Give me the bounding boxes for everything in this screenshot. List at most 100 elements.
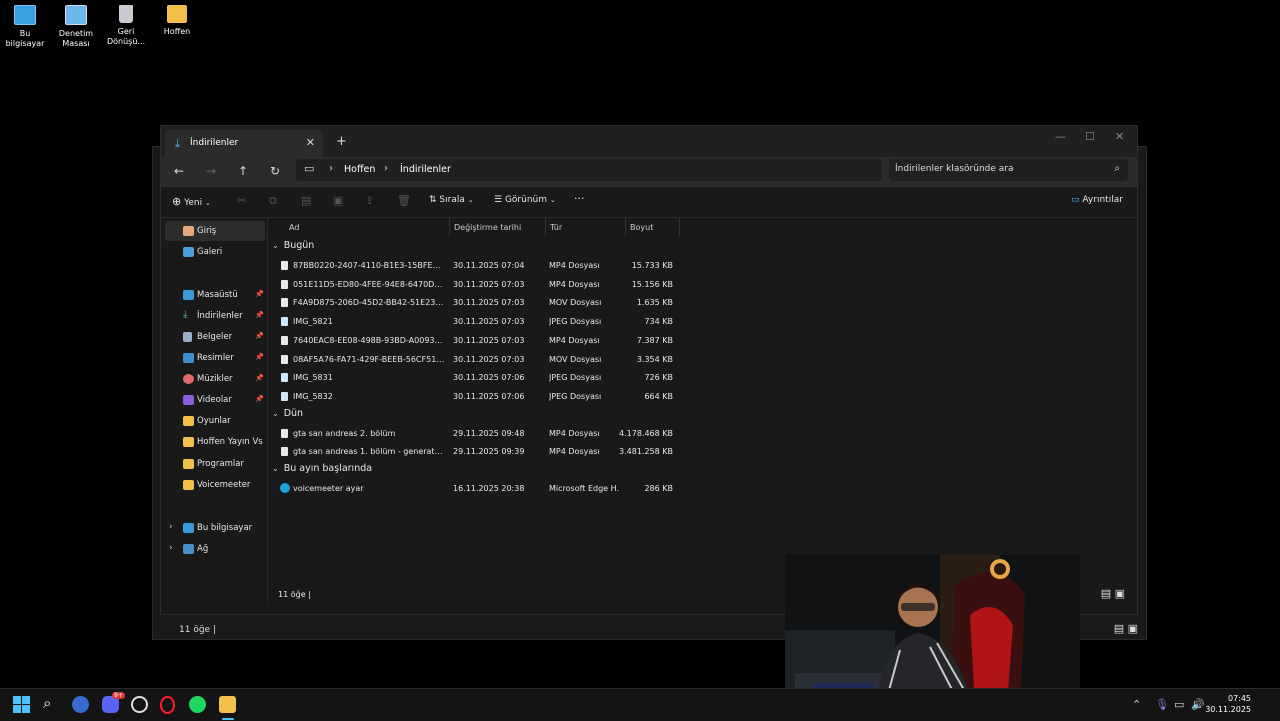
chevron-right-icon[interactable]: › — [169, 522, 173, 532]
group-header[interactable]: ⌄ Bugün — [272, 240, 314, 251]
background-view-buttons[interactable]: ▤ ▣ — [1114, 622, 1138, 635]
desktop-icon-control-panel[interactable]: Denetim Masası — [51, 5, 101, 49]
share-icon[interactable]: ⇪ — [365, 194, 374, 207]
sidebar-item-programlar[interactable]: Programlar — [165, 454, 265, 474]
chevron-down-icon[interactable]: ⌄ — [272, 241, 279, 250]
up-button[interactable]: ↑ — [238, 164, 248, 178]
new-tab-button[interactable]: + — [336, 134, 347, 149]
group-header[interactable]: ⌄ Dün — [272, 408, 303, 419]
control-panel-icon — [65, 5, 87, 25]
obs-icon[interactable] — [131, 696, 148, 713]
refresh-button[interactable]: ↻ — [270, 164, 280, 178]
search-box[interactable]: İndirilenler klasöründe ara ⌕ — [889, 159, 1128, 181]
back-button[interactable]: ← — [174, 164, 184, 178]
chevron-down-icon[interactable]: ⌄ — [272, 409, 279, 418]
table-row[interactable]: IMG_5832 30.11.2025 07:06 JPEG Dosyası 664 … — [269, 388, 689, 406]
column-header-date[interactable]: Değiştirme tarihi — [454, 223, 521, 232]
discord-icon[interactable]: 9+ — [102, 692, 125, 713]
chevron-down-icon[interactable]: ⌄ — [272, 464, 279, 473]
forward-button[interactable]: → — [206, 164, 216, 178]
sidebar-item-home[interactable]: Giriş — [165, 221, 265, 241]
new-button-label: Yeni — [184, 198, 203, 208]
sidebar-item-voicemeeter[interactable]: Voicemeeter — [165, 475, 265, 495]
search-input[interactable]: İndirilenler klasöründe ara — [895, 164, 1014, 174]
chevron-up-icon[interactable]: ⌃ — [1132, 698, 1141, 711]
table-row[interactable]: 051E11D5-ED80-4FEE-94E8-6470D025A0F6 30.1… — [269, 276, 689, 294]
table-row[interactable]: 08AF5A76-FA71-429F-BEEB-56CF513809A2 30.1… — [269, 351, 689, 369]
column-divider[interactable] — [625, 218, 626, 236]
spotify-icon[interactable] — [189, 696, 206, 713]
maximize-button[interactable]: ☐ — [1085, 130, 1095, 143]
chevron-right-icon[interactable]: › — [329, 163, 333, 174]
sidebar-item-documents[interactable]: Belgeler 📌 — [165, 327, 265, 347]
file-explorer-window[interactable]: ⤓ İndirilenler ✕ + — ☐ ✕ ← → ↑ ↻ ▭ › Hof… — [160, 125, 1138, 615]
table-row[interactable]: gta san andreas 2. bölüm 29.11.2025 09:48… — [269, 425, 689, 443]
network-status-icon[interactable]: ▭ — [1174, 698, 1184, 711]
tab-downloads[interactable]: ⤓ İndirilenler ✕ — [165, 130, 323, 157]
start-button[interactable] — [13, 696, 30, 713]
desktop-icon-this-pc[interactable]: Bu bilgisayar — [0, 5, 50, 49]
table-row[interactable]: IMG_5831 30.11.2025 07:06 JPEG Dosyası 726 … — [269, 369, 689, 387]
chevron-right-icon[interactable]: › — [384, 163, 388, 174]
column-divider[interactable] — [449, 218, 450, 236]
file-size: 4.178.468 KB — [619, 428, 673, 438]
sidebar-item-downloads[interactable]: ⤓ İndirilenler 📌 — [165, 306, 265, 326]
sidebar-item-music[interactable]: Müzikler 📌 — [165, 369, 265, 389]
details-pane-button[interactable]: ▭ Ayrıntılar — [1071, 195, 1123, 205]
paste-icon[interactable]: ▤ — [301, 194, 311, 207]
search-icon[interactable]: ⌕ — [43, 694, 60, 712]
table-row[interactable]: IMG_5821 30.11.2025 07:03 JPEG Dosyası 734 … — [269, 313, 689, 331]
navigation-bar: ← → ↑ ↻ ▭ › Hoffen › İndirilenler İndiri… — [161, 157, 1137, 187]
rename-icon[interactable]: ▣ — [333, 194, 343, 207]
column-divider[interactable] — [679, 218, 680, 236]
file-size: 286 KB — [644, 484, 673, 493]
table-row[interactable]: 87BB0220-2407-4110-B1E3-15BFEEAA8DDA 30.1… — [269, 257, 689, 275]
breadcrumb-downloads[interactable]: İndirilenler — [400, 164, 451, 175]
copy-icon[interactable]: ⧉ — [269, 194, 277, 208]
sidebar-item-hoffen-yayin[interactable]: Hoffen Yayın Vs — [165, 432, 265, 452]
column-divider[interactable] — [545, 218, 546, 236]
desktop-icon-hoffen[interactable]: Hoffen — [152, 5, 202, 37]
close-window-button[interactable]: ✕ — [1115, 130, 1124, 143]
tiles-view-icon[interactable]: ▣ — [1115, 587, 1125, 600]
column-header-name[interactable]: Ad — [289, 223, 299, 232]
sidebar-item-desktop[interactable]: Masaüstü 📌 — [165, 285, 265, 305]
column-header-size[interactable]: Boyut — [630, 223, 653, 232]
sidebar-item-this-pc[interactable]: › Bu bilgisayar — [165, 518, 265, 538]
breadcrumb-hoffen[interactable]: Hoffen — [344, 164, 375, 175]
sidebar-item-network[interactable]: › Ağ — [165, 539, 265, 559]
group-header[interactable]: ⌄ Bu ayın başlarında — [272, 463, 372, 474]
clock[interactable]: 07:45 30.11.2025 — [1205, 693, 1251, 715]
desktop-icon-recycle-bin[interactable]: Geri Dönüşü... — [101, 5, 151, 47]
details-view-icon[interactable]: ▤ — [1101, 587, 1111, 600]
more-options-button[interactable]: ··· — [574, 192, 585, 205]
sidebar-item-gallery[interactable]: Galeri — [165, 242, 265, 262]
pin-icon: 📌 — [255, 332, 264, 340]
image-file-icon — [281, 317, 288, 327]
close-tab-icon[interactable]: ✕ — [306, 136, 315, 149]
address-bar[interactable]: ▭ › Hoffen › İndirilenler — [296, 159, 882, 181]
sidebar-item-pictures[interactable]: Resimler 📌 — [165, 348, 265, 368]
sidebar-item-videos[interactable]: Videolar 📌 — [165, 390, 265, 410]
chevron-right-icon[interactable]: › — [169, 543, 173, 553]
cut-icon[interactable]: ✂ — [237, 194, 246, 207]
table-row[interactable]: gta san andreas 1. bölüm - generator 11-… — [269, 443, 689, 461]
sidebar-item-oyunlar[interactable]: Oyunlar — [165, 411, 265, 431]
opera-icon[interactable] — [160, 696, 175, 714]
file-date: 16.11.2025 20:38 — [453, 484, 525, 493]
table-row[interactable]: 7640EAC8-EE08-498B-93BD-A0093588CD4E 30.1… — [269, 332, 689, 350]
new-button[interactable]: ⊕ Yeni ⌄ — [172, 195, 211, 208]
file-size: 734 KB — [644, 317, 673, 327]
view-toggle-buttons[interactable]: ▤ ▣ — [1101, 587, 1125, 600]
view-button[interactable]: ☰ Görünüm ⌄ — [494, 195, 556, 205]
sort-button[interactable]: ⇅ Sırala ⌄ — [429, 195, 474, 205]
microphone-icon[interactable]: 🎙 — [1155, 698, 1169, 711]
control-panel-app-icon[interactable] — [72, 696, 89, 713]
file-explorer-icon[interactable] — [219, 696, 236, 713]
minimize-button[interactable]: — — [1055, 130, 1066, 143]
delete-icon[interactable]: 🗑 — [397, 194, 411, 207]
volume-icon[interactable]: 🔊 — [1191, 698, 1205, 711]
column-header-type[interactable]: Tür — [550, 223, 562, 232]
table-row[interactable]: F4A9D875-206D-45D2-BB42-51E23C9A2C... 30.… — [269, 294, 689, 312]
table-row[interactable]: voicemeeter ayar 16.11.2025 20:38 Microsof… — [269, 480, 689, 498]
